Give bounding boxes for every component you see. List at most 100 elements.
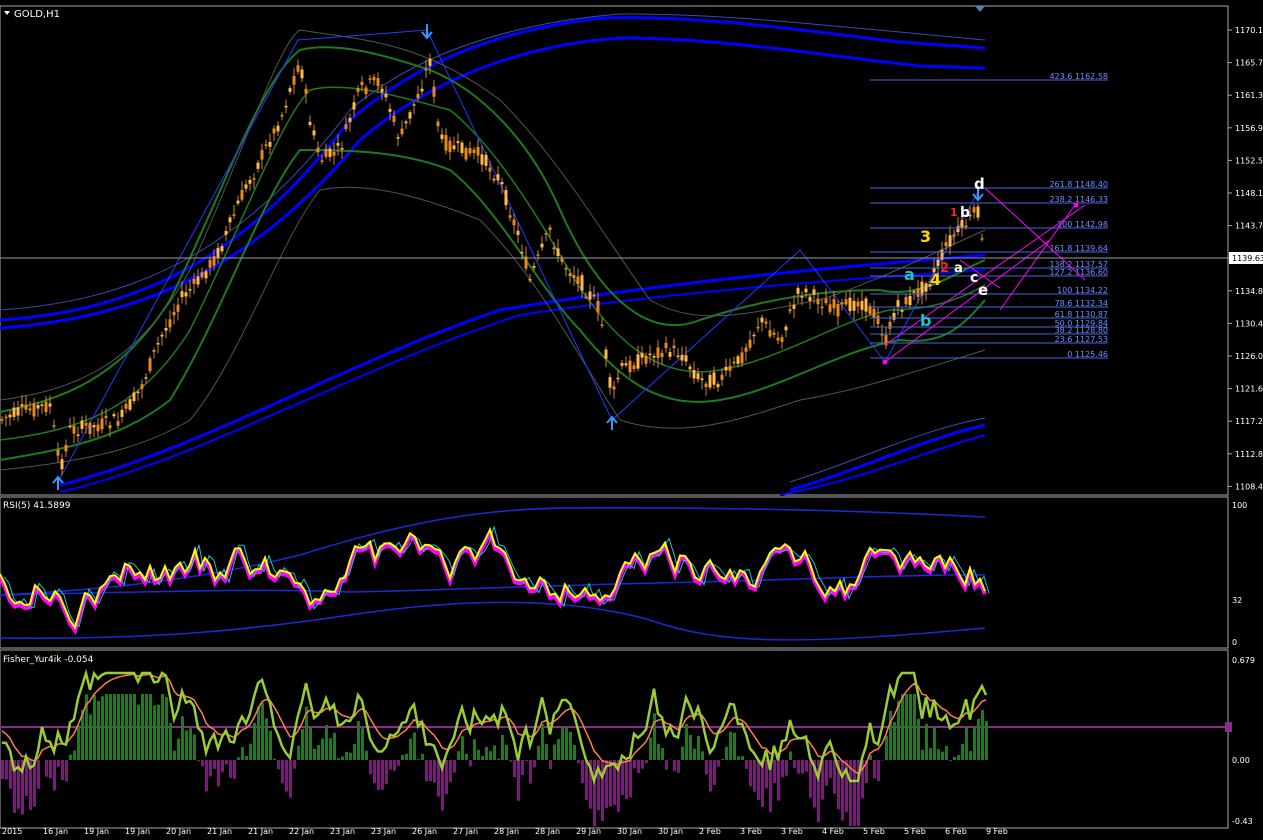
candle-body xyxy=(593,295,596,297)
fisher-hist-bar xyxy=(117,694,120,760)
candle-body xyxy=(193,279,196,284)
time-axis-label: 27 Jan xyxy=(453,827,478,836)
chart-window[interactable]: GOLD,H1 423.6 1162.58261.8 1148.40238.2 … xyxy=(0,0,1263,836)
fisher-hist-bar xyxy=(353,744,356,760)
fisher-hist-bar xyxy=(381,760,384,790)
fisher-hist-bar xyxy=(449,760,452,782)
fisher-hist-bar xyxy=(221,760,224,772)
candle-body xyxy=(589,291,592,299)
fisher-hist-bar xyxy=(133,694,136,760)
fisher-hist-bar xyxy=(333,733,336,760)
fisher-hist-bar xyxy=(953,757,956,760)
candle-body xyxy=(261,150,264,159)
candle-body xyxy=(385,94,388,97)
candle-body xyxy=(365,87,368,94)
fisher-hist-bar xyxy=(321,738,324,760)
fisher-hist-bar xyxy=(725,747,728,760)
fisher-hist-bar xyxy=(789,751,792,760)
candle-body xyxy=(709,375,712,388)
fisher-hist-bar xyxy=(285,760,288,792)
trading-terminal: GOLD,H1 423.6 1162.58261.8 1148.40238.2 … xyxy=(0,0,1263,836)
candle-body xyxy=(893,313,896,320)
fisher-hist-bar xyxy=(637,760,640,773)
fib-level-label: 78.6 1132.34 xyxy=(1055,299,1108,308)
candle-body xyxy=(353,102,356,109)
rsi-pane[interactable]: RSI(5) 41.5899 100 32 0 xyxy=(0,497,1247,648)
fisher-hist-bar xyxy=(109,694,112,760)
fisher-hist-bar xyxy=(241,747,244,760)
fisher-hist-bar xyxy=(621,760,624,795)
fisher-hist-bar xyxy=(977,719,980,760)
candle-body xyxy=(125,404,128,409)
fisher-hist-bar xyxy=(689,735,692,760)
fib-level-label: 200 1142.98 xyxy=(1057,220,1108,229)
candle-body xyxy=(973,207,976,212)
fisher-hist-bar xyxy=(501,735,504,760)
candle-body xyxy=(253,178,256,180)
candle-body xyxy=(565,268,568,270)
time-axis-label: 19 Jan xyxy=(125,827,150,836)
candle-body xyxy=(289,88,292,92)
candle-body xyxy=(65,445,68,451)
candle-body xyxy=(605,350,608,359)
time-axis-label: 20 Jan xyxy=(166,827,191,836)
fisher-hist-bar xyxy=(749,760,752,786)
candle-body xyxy=(781,337,784,342)
candle-body xyxy=(245,184,248,188)
candle-body xyxy=(689,367,692,370)
fisher-hist-bar xyxy=(145,694,148,760)
wave-label: 1 xyxy=(950,206,958,219)
candle-body xyxy=(685,355,688,361)
candle-body xyxy=(729,366,732,371)
candle-body xyxy=(677,356,680,358)
fisher-hist-bar xyxy=(809,760,812,798)
fisher-hist-bar xyxy=(561,727,564,760)
candle-body xyxy=(821,307,824,309)
fisher-hist-bar xyxy=(389,760,392,770)
price-axis-label: 1134.80 xyxy=(1235,287,1263,296)
candle-body xyxy=(961,220,964,228)
fib-level-label: 238.2 1146.33 xyxy=(1049,195,1108,204)
fisher-hist-bar xyxy=(101,696,104,760)
candle-body xyxy=(537,254,540,256)
main-price-pane[interactable]: GOLD,H1 423.6 1162.58261.8 1148.40238.2 … xyxy=(0,6,1263,495)
price-axis-label: 1117.20 xyxy=(1235,417,1263,426)
fisher-hist-bar xyxy=(969,751,972,760)
candle-body xyxy=(701,379,704,381)
candle-body xyxy=(625,363,628,365)
fisher-hist-bar xyxy=(97,701,100,760)
fisher-hist-bar xyxy=(225,760,228,764)
candle-body xyxy=(721,375,724,380)
time-axis-label: 5 Feb xyxy=(904,827,926,836)
fisher-hist-bar xyxy=(781,760,784,777)
fisher-hist-bar xyxy=(161,694,164,760)
fisher-hist-bar xyxy=(901,694,904,760)
fisher-hist-bar xyxy=(585,760,588,800)
candle-body xyxy=(597,301,600,313)
time-axis-label: 21 Jan xyxy=(248,827,273,836)
price-axis-label: 1165.70 xyxy=(1235,59,1263,68)
candle-body xyxy=(241,190,244,200)
fisher-hist-bar xyxy=(581,760,584,783)
svg-text:32: 32 xyxy=(1232,596,1242,605)
fib-level-label: 100 1134.22 xyxy=(1057,286,1108,295)
candle-body xyxy=(545,233,548,235)
fisher-pane[interactable]: Fisher_Yur4ik -0.054 0.679 0.00 -0.43 xyxy=(0,650,1255,828)
fisher-hist-bar xyxy=(453,760,456,773)
channel-anchor-point xyxy=(1074,203,1079,208)
candle-body xyxy=(373,77,376,80)
fisher-hist-bar xyxy=(429,760,432,781)
fisher-title: Fisher_Yur4ik -0.054 xyxy=(3,655,94,665)
time-axis-label: 30 Jan xyxy=(617,827,642,836)
candle-body xyxy=(205,271,208,278)
time-axis-label: 4 Feb xyxy=(822,827,844,836)
fisher-hist-bar xyxy=(929,748,932,760)
candle-body xyxy=(617,378,620,380)
candle-body xyxy=(489,168,492,172)
candle-body xyxy=(813,289,816,294)
fisher-hist-bar xyxy=(465,754,468,760)
fisher-hist-bar xyxy=(509,760,512,762)
price-axis-label: 1170.10 xyxy=(1235,26,1263,35)
candle-body xyxy=(89,423,92,434)
candle-body xyxy=(21,404,24,406)
